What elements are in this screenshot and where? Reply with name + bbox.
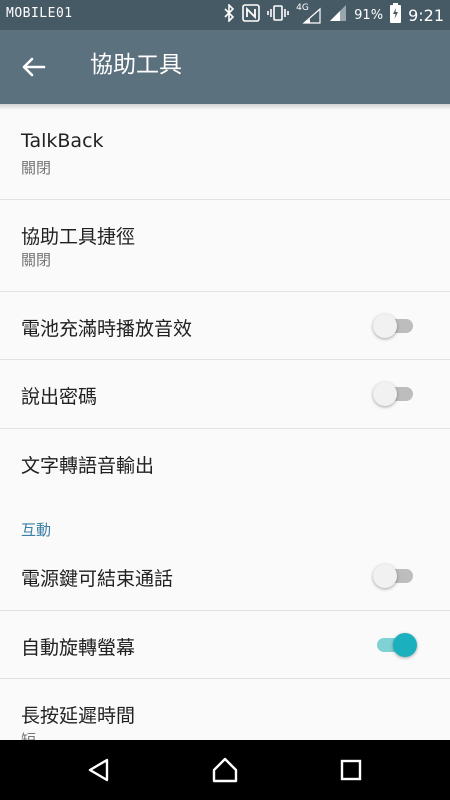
setting-title: TalkBack xyxy=(21,130,104,152)
nfc-icon xyxy=(242,4,260,26)
power-end-call-toggle[interactable] xyxy=(373,564,415,588)
status-bar: MOBILE01 4G 91% 9:21 xyxy=(0,0,450,30)
setting-accessibility-shortcut[interactable]: 協助工具捷徑 關閉 xyxy=(0,200,450,291)
setting-summary: 短 xyxy=(21,731,37,740)
setting-summary: 關閉 xyxy=(21,251,52,269)
navigation-bar xyxy=(0,740,450,800)
setting-long-press-delay[interactable]: 長按延遲時間 短 xyxy=(0,679,450,740)
toggle-thumb xyxy=(373,314,397,338)
setting-battery-full-sound[interactable]: 電池充滿時播放音效 xyxy=(0,292,450,359)
status-icons: 4G 91% 9:21 xyxy=(223,0,444,30)
back-button[interactable] xyxy=(14,50,54,84)
page-title: 協助工具 xyxy=(90,52,182,78)
nav-back-button[interactable] xyxy=(84,755,114,785)
section-header-interaction: 互動 xyxy=(21,521,52,539)
clock: 9:21 xyxy=(408,5,444,25)
battery-charging-icon xyxy=(390,3,402,27)
setting-auto-rotate[interactable]: 自動旋轉螢幕 xyxy=(0,611,450,678)
back-triangle-icon xyxy=(88,758,109,782)
nav-home-button[interactable] xyxy=(210,755,240,785)
toggle-thumb xyxy=(393,633,417,657)
setting-title: 電池充滿時播放音效 xyxy=(21,318,193,340)
app-bar: 協助工具 xyxy=(0,30,450,104)
toggle-thumb xyxy=(373,564,397,588)
toggle-thumb xyxy=(373,382,397,406)
setting-speak-passwords[interactable]: 說出密碼 xyxy=(0,360,450,428)
setting-title: 文字轉語音輸出 xyxy=(21,455,155,477)
nav-recents-button[interactable] xyxy=(336,755,366,785)
recents-icon xyxy=(340,759,362,781)
setting-title: 電源鍵可結束通話 xyxy=(21,568,174,590)
battery-percent: 91% xyxy=(354,7,384,23)
speak-passwords-toggle[interactable] xyxy=(373,382,415,406)
battery-sound-toggle[interactable] xyxy=(373,314,415,338)
arrow-back-icon xyxy=(22,57,46,77)
setting-power-ends-call[interactable]: 電源鍵可結束通話 xyxy=(0,542,450,610)
mobile01-watermark: MOBILE01 xyxy=(6,6,73,21)
setting-title: 協助工具捷徑 xyxy=(21,226,136,248)
setting-summary: 關閉 xyxy=(21,159,52,177)
setting-title: 自動旋轉螢幕 xyxy=(21,637,136,659)
signal-icon xyxy=(329,4,347,26)
home-icon xyxy=(212,757,238,783)
bluetooth-icon xyxy=(223,3,235,26)
setting-talkback[interactable]: TalkBack 關閉 xyxy=(0,110,450,198)
setting-title: 長按延遲時間 xyxy=(21,705,136,727)
vibrate-icon xyxy=(267,4,289,26)
setting-tts-output[interactable]: 文字轉語音輸出 xyxy=(0,429,450,497)
signal-4g-icon: 4G xyxy=(296,3,322,25)
auto-rotate-toggle[interactable] xyxy=(375,633,417,657)
setting-title: 說出密碼 xyxy=(21,386,98,408)
